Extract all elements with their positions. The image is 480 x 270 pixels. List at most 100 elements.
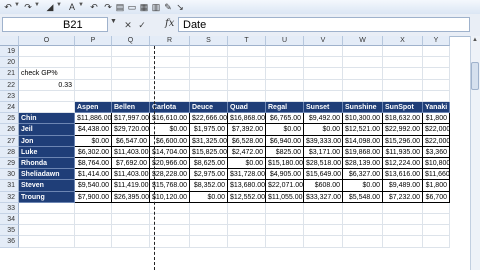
value-cell[interactable]: $3,360 — [423, 146, 450, 158]
value-cell[interactable]: $11,403.00 — [112, 146, 150, 158]
cell[interactable] — [112, 236, 150, 248]
value-cell[interactable]: $6,700 — [423, 191, 450, 203]
value-cell[interactable]: $9,489.00 — [383, 180, 423, 192]
value-cell[interactable]: $11,419.00 — [112, 180, 150, 192]
value-cell[interactable]: $8,764.00 — [75, 158, 112, 170]
cell[interactable]: 0.33 — [19, 79, 75, 91]
product-header-cell[interactable]: Regal — [266, 102, 304, 114]
cell[interactable] — [19, 57, 75, 69]
value-cell[interactable]: $4,905.00 — [266, 169, 304, 181]
cell[interactable] — [383, 225, 423, 237]
chevron-down-icon[interactable]: ▼ — [110, 18, 117, 25]
cell[interactable] — [190, 57, 228, 69]
value-cell[interactable]: $1,414.00 — [75, 169, 112, 181]
cell[interactable] — [75, 68, 112, 80]
cell[interactable] — [112, 202, 150, 214]
value-cell[interactable]: $17,997.00 — [112, 113, 150, 125]
cell[interactable] — [190, 225, 228, 237]
product-header-cell[interactable]: SunSpot — [383, 102, 423, 114]
cell[interactable] — [112, 68, 150, 80]
value-cell[interactable]: $608.00 — [304, 180, 343, 192]
value-cell[interactable]: $7,232.00 — [383, 191, 423, 203]
select-all-corner[interactable] — [0, 36, 19, 46]
cell[interactable] — [19, 46, 75, 58]
cell[interactable] — [190, 236, 228, 248]
value-cell[interactable]: $15,296.00 — [383, 135, 423, 147]
redo-icon[interactable]: ↷ — [102, 1, 114, 13]
value-cell[interactable]: $11,935.00 — [383, 146, 423, 158]
cell[interactable] — [19, 236, 75, 248]
cell[interactable] — [423, 225, 450, 237]
value-cell[interactable]: $12,521.00 — [343, 124, 383, 136]
employee-name-cell[interactable]: Luke — [19, 146, 75, 158]
cell[interactable] — [75, 202, 112, 214]
value-cell[interactable]: $10,800 — [423, 158, 450, 170]
cell[interactable] — [75, 46, 112, 58]
enter-icon[interactable]: ✓ — [136, 19, 148, 31]
cancel-icon[interactable]: ✕ — [122, 19, 134, 31]
value-cell[interactable]: $14,098.00 — [343, 135, 383, 147]
cell[interactable] — [343, 57, 383, 69]
cell[interactable] — [383, 79, 423, 91]
row-header[interactable]: 23 — [0, 90, 19, 102]
value-cell[interactable]: $5,548.00 — [343, 191, 383, 203]
value-cell[interactable]: $15,649.00 — [304, 169, 343, 181]
cell[interactable] — [423, 202, 450, 214]
row-header[interactable]: 36 — [0, 236, 19, 248]
cell[interactable] — [19, 90, 75, 102]
column-header[interactable]: U — [266, 36, 304, 46]
cell[interactable] — [150, 202, 190, 214]
value-cell[interactable]: $28,228.00 — [150, 169, 190, 181]
employee-name-cell[interactable]: Sheliadawn — [19, 169, 75, 181]
cell[interactable] — [150, 214, 190, 226]
value-cell[interactable]: $6,327.00 — [343, 169, 383, 181]
column-header[interactable]: O — [19, 36, 75, 46]
employee-name-cell[interactable]: Jon — [19, 135, 75, 147]
preview-icon[interactable]: ▭ — [126, 1, 138, 13]
value-cell[interactable]: $12,224.00 — [383, 158, 423, 170]
row-header[interactable]: 21 — [0, 68, 19, 80]
cell[interactable] — [150, 57, 190, 69]
cell[interactable] — [266, 236, 304, 248]
product-header-cell[interactable]: Deuce — [190, 102, 228, 114]
cell[interactable] — [150, 79, 190, 91]
product-header-cell[interactable]: Yanaki — [423, 102, 450, 114]
cell[interactable] — [150, 90, 190, 102]
value-cell[interactable]: $0.00 — [190, 191, 228, 203]
cell[interactable] — [112, 90, 150, 102]
value-cell[interactable]: $0.00 — [343, 180, 383, 192]
row-header[interactable]: 26 — [0, 124, 19, 136]
value-cell[interactable]: $16,610.00 — [150, 113, 190, 125]
insert-function-icon[interactable]: fx — [165, 18, 174, 29]
value-cell[interactable]: $9,540.00 — [75, 180, 112, 192]
value-cell[interactable]: $0.00 — [75, 135, 112, 147]
cell[interactable]: check GP% — [19, 68, 75, 80]
row-header[interactable]: 35 — [0, 225, 19, 237]
value-cell[interactable]: $9,492.00 — [304, 113, 343, 125]
chevron-down-icon[interactable]: ▼ — [14, 2, 20, 8]
value-cell[interactable]: $6,940.00 — [266, 135, 304, 147]
column-header[interactable]: P — [75, 36, 112, 46]
value-cell[interactable]: $2,472.00 — [228, 146, 266, 158]
value-cell[interactable]: $10,300.00 — [343, 113, 383, 125]
cell[interactable] — [423, 68, 450, 80]
value-cell[interactable]: $0.00 — [150, 124, 190, 136]
row-header[interactable]: 28 — [0, 146, 19, 158]
value-cell[interactable]: $15,768.00 — [150, 180, 190, 192]
value-cell[interactable]: $28,518.00 — [304, 158, 343, 170]
value-cell[interactable]: $2,975.00 — [190, 169, 228, 181]
value-cell[interactable]: $33,327.00 — [304, 191, 343, 203]
cell[interactable] — [228, 214, 266, 226]
employee-name-cell[interactable]: Rhonda — [19, 158, 75, 170]
cell[interactable] — [266, 202, 304, 214]
row-header[interactable]: 34 — [0, 214, 19, 226]
font-color-icon[interactable]: A — [66, 1, 78, 13]
product-header-cell[interactable]: Aspen — [75, 102, 112, 114]
employee-name-cell[interactable]: Steven — [19, 180, 75, 192]
cell[interactable] — [423, 236, 450, 248]
cell[interactable] — [150, 46, 190, 58]
value-cell[interactable]: $7,692.00 — [112, 158, 150, 170]
value-cell[interactable]: $6,600.00 — [150, 135, 190, 147]
value-cell[interactable]: $7,900.00 — [75, 191, 112, 203]
cell[interactable] — [343, 225, 383, 237]
